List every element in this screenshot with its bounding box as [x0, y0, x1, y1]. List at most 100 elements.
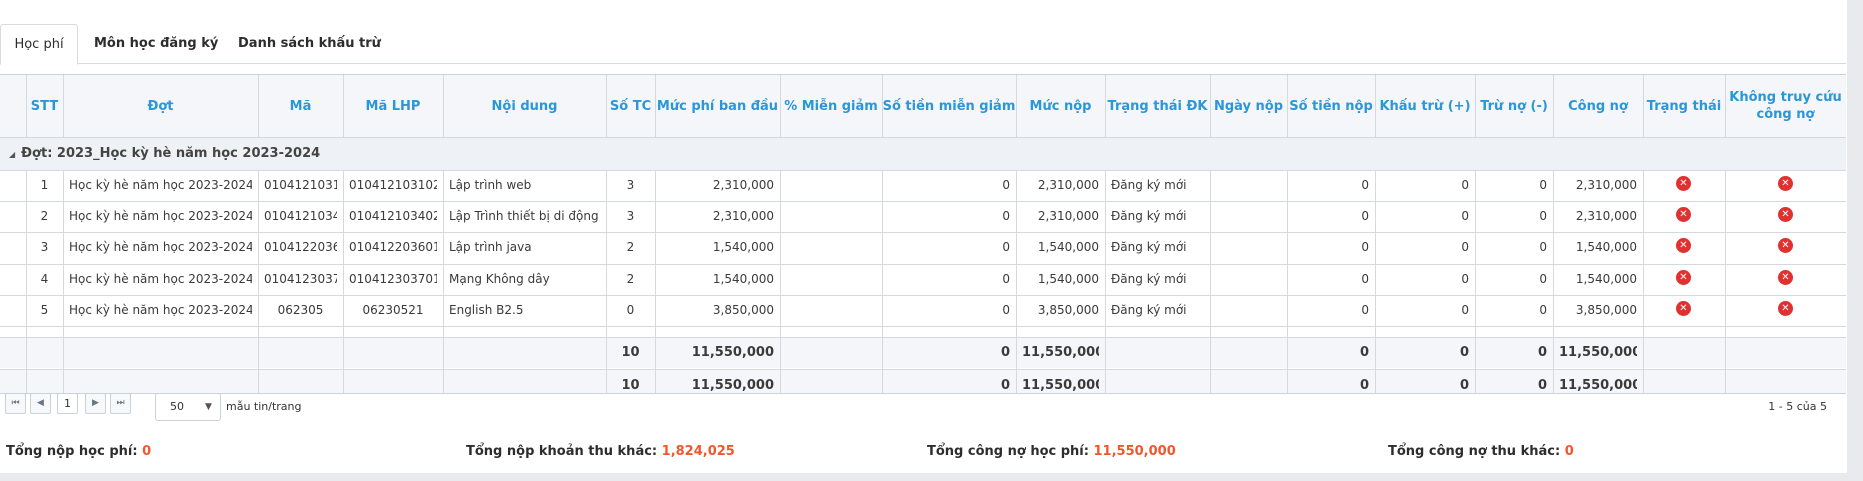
error-x-icon: ✕ — [1778, 238, 1793, 253]
cell-col-khau-tru: 0 — [1461, 209, 1469, 223]
header-col-dot[interactable]: Đợt — [63, 75, 258, 137]
collapse-triangle-icon[interactable]: ◢ — [9, 150, 15, 159]
cell-col-ngay-nop — [1216, 208, 1281, 225]
error-x-icon: ✕ — [1676, 301, 1691, 316]
footer-total-tuition-paid: Tổng nộp học phí: 0 — [6, 444, 152, 459]
cell-col-khau-tru: 0 — [1461, 240, 1469, 254]
header-col-stt[interactable]: STT — [26, 75, 63, 137]
chevron-down-icon[interactable]: ▼ — [205, 393, 212, 421]
header-col-cong-no[interactable]: Công nợ — [1553, 75, 1643, 137]
cell-col-ngay-nop — [1216, 239, 1281, 256]
cell-col-so-tien-nop: 0 — [1361, 272, 1369, 286]
cell-col-muc-nop: 1,540,000 — [1037, 240, 1099, 254]
cell-col-trang-thai-dk: Đăng ký mới — [1111, 178, 1187, 192]
error-x-icon: ✕ — [1778, 207, 1793, 222]
cell-col-ma-lhp: 010412103402 — [349, 209, 437, 223]
cell-col-dot: Học kỳ hè năm học 2023-2024 — [69, 178, 252, 192]
cell-col-muc-phi-ban-dau: 2,310,000 — [712, 209, 774, 223]
header-col-mien-giam[interactable]: % Miễn giảm — [780, 75, 882, 137]
header-col-ma-lhp[interactable]: Mã LHP — [343, 75, 443, 137]
header-col-khau-tru[interactable]: Khấu trừ (+) — [1375, 75, 1475, 137]
cell-col-mien-giam — [786, 239, 876, 256]
cell-col-trang-thai-dk: Đăng ký mới — [1111, 272, 1187, 286]
page-size-label: mẫu tin/trang — [226, 400, 302, 413]
cell-col-so-tien-nop: 0 — [1361, 178, 1369, 192]
page-scrollbar-area — [1847, 0, 1863, 481]
cell-col-dot: Học kỳ hè năm học 2023-2024 — [69, 209, 252, 223]
cell-col-muc-nop: 1,540,000 — [1037, 272, 1099, 286]
cell-col-muc-nop: 2,310,000 — [1037, 178, 1099, 192]
current-page-button[interactable]: 1 — [57, 393, 78, 414]
header-col-so-tien-nop[interactable]: Số tiền nộp — [1287, 75, 1375, 137]
first-page-button[interactable]: ⏮ — [5, 393, 26, 414]
cell-col-ma: 0104121031 — [264, 178, 337, 192]
last-page-button[interactable]: ⏭ — [110, 393, 131, 414]
header-col-trang-thai-dk[interactable]: Trạng thái ĐK — [1105, 75, 1210, 137]
header-col-ngay-nop[interactable]: Ngày nộp — [1210, 75, 1287, 137]
error-x-icon: ✕ — [1778, 301, 1793, 316]
header-col-so-tien-mien-giam[interactable]: Số tiền miễn giảm — [882, 75, 1016, 137]
tab-hoc-phi[interactable]: Học phí — [0, 24, 78, 65]
cell-col-muc-nop: 2,310,000 — [1037, 209, 1099, 223]
next-page-icon: ▶ — [92, 398, 99, 408]
summary-col-cong-no: 11,550,000 — [1559, 345, 1637, 360]
cell-col-so-tien-mien-giam: 0 — [1002, 240, 1010, 254]
tab-danh-sach-khau-tru[interactable]: Danh sách khấu trừ — [238, 24, 381, 63]
cell-col-tru-no: 0 — [1539, 272, 1547, 286]
cell-col-ngay-nop — [1216, 302, 1281, 319]
cell-col-ngay-nop — [1216, 177, 1281, 194]
header-col-muc-phi-ban-dau[interactable]: Mức phí ban đầu — [655, 75, 780, 137]
cell-col-ma-lhp: 06230521 — [362, 303, 424, 317]
cell-col-ma-lhp: 010412303701 — [349, 272, 437, 286]
footer-total-tuition-debt: Tổng công nợ học phí: 11,550,000 — [927, 444, 1176, 459]
header-col-tru-no[interactable]: Trừ nợ (-) — [1475, 75, 1553, 137]
header-col-ma[interactable]: Mã — [258, 75, 343, 137]
cell-col-ngay-nop — [1216, 271, 1281, 288]
cell-col-ma: 0104123037 — [264, 272, 337, 286]
tab-mon-hoc-dang-ky[interactable]: Môn học đăng ký — [94, 24, 218, 63]
summary-col-muc-nop: 11,550,000 — [1022, 378, 1099, 393]
cell-col-khau-tru: 0 — [1461, 272, 1469, 286]
header-col-muc-nop[interactable]: Mức nộp — [1016, 75, 1105, 137]
header-col-khong-truy-cuu[interactable]: Không truy cứu công nợ — [1725, 75, 1846, 137]
cell-col-so-tien-nop: 0 — [1361, 209, 1369, 223]
cell-col-so-tc: 2 — [626, 240, 635, 254]
cell-col-trang-thai-dk: Đăng ký mới — [1111, 209, 1187, 223]
header-col-noi-dung[interactable]: Nội dung — [443, 75, 606, 137]
cell-col-cong-no: 1,540,000 — [1575, 272, 1637, 286]
prev-page-icon: ◀ — [37, 398, 44, 408]
cell-col-stt: 3 — [40, 240, 49, 254]
cell-col-tru-no: 0 — [1539, 178, 1547, 192]
cell-col-so-tc: 2 — [626, 272, 635, 286]
cell-col-khau-tru: 0 — [1461, 303, 1469, 317]
page-bottom-strip — [0, 473, 1863, 481]
row-divider — [0, 326, 1846, 327]
cell-col-noi-dung: Mạng Không dây — [449, 272, 550, 286]
summary-col-tru-no: 0 — [1537, 345, 1547, 360]
error-x-icon: ✕ — [1778, 270, 1793, 285]
cell-col-cong-no: 1,540,000 — [1575, 240, 1637, 254]
header-col-so-tc[interactable]: Số TC — [606, 75, 655, 137]
cell-col-muc-phi-ban-dau: 3,850,000 — [712, 303, 774, 317]
next-page-button[interactable]: ▶ — [85, 393, 106, 414]
error-x-icon: ✕ — [1676, 270, 1691, 285]
cell-col-cong-no: 2,310,000 — [1575, 178, 1637, 192]
first-page-icon: ⏮ — [11, 398, 20, 408]
cell-col-ma: 0104121034 — [264, 209, 337, 223]
summary-col-khau-tru: 0 — [1459, 378, 1469, 393]
summary-col-khau-tru: 0 — [1459, 345, 1469, 360]
cell-col-ma-lhp: 010412103102 — [349, 178, 437, 192]
header-col-trang-thai[interactable]: Trạng thái — [1643, 75, 1725, 137]
prev-page-button[interactable]: ◀ — [30, 393, 51, 414]
cell-col-stt: 2 — [40, 209, 49, 223]
cell-col-stt: 5 — [40, 303, 49, 317]
cell-col-so-tien-mien-giam: 0 — [1002, 178, 1010, 192]
cell-col-ma: 0104122036 — [264, 240, 337, 254]
tab-bar: Học phí Môn học đăng ký Danh sách khấu t… — [0, 24, 1846, 65]
cell-col-so-tien-mien-giam: 0 — [1002, 272, 1010, 286]
summary-col-so-tien-mien-giam: 0 — [1000, 345, 1010, 360]
error-x-icon: ✕ — [1676, 238, 1691, 253]
cell-col-muc-phi-ban-dau: 2,310,000 — [712, 178, 774, 192]
footer-total-other-paid: Tổng nộp khoản thu khác: 1,824,025 — [466, 444, 735, 459]
group-label[interactable]: ◢ Đợt: 2023_Học kỳ hè năm học 2023-2024 — [9, 138, 320, 170]
